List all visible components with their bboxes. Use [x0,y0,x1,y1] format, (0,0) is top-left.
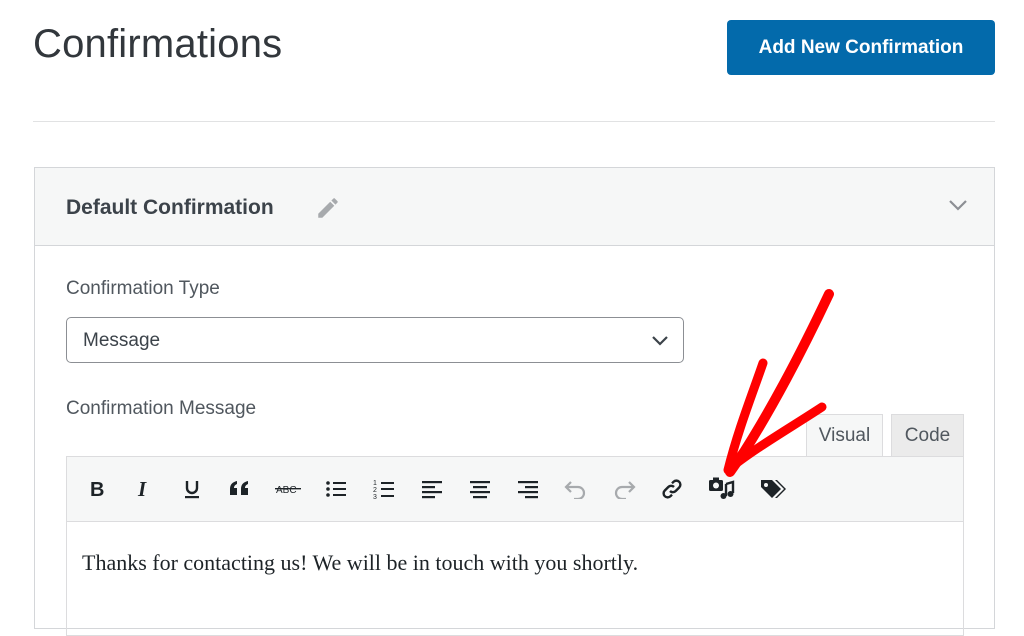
confirmation-message-label: Confirmation Message [66,398,257,419]
align-left-icon[interactable] [417,474,447,504]
pencil-icon[interactable] [315,195,341,226]
undo-icon[interactable] [561,474,591,504]
svg-text:ABC: ABC [276,485,297,496]
chevron-down-icon[interactable] [948,198,968,217]
panel-header[interactable]: Default Confirmation [35,168,994,246]
svg-text:2: 2 [373,487,377,494]
tab-visual[interactable]: Visual [806,414,883,457]
redo-icon[interactable] [609,474,639,504]
confirmation-type-label: Confirmation Type [66,278,220,299]
numbered-list-icon[interactable]: 123 [369,474,399,504]
tab-code[interactable]: Code [891,414,964,457]
align-right-icon[interactable] [513,474,543,504]
align-center-icon[interactable] [465,474,495,504]
confirmation-type-value: Message [83,330,161,351]
smart-tags-icon[interactable] [759,474,789,504]
editor-toolbar: B I ABC 123 [67,457,963,522]
underline-icon[interactable] [177,474,207,504]
blockquote-icon[interactable] [225,474,255,504]
add-new-confirmation-button[interactable]: Add New Confirmation [727,20,995,75]
bulleted-list-icon[interactable] [321,474,351,504]
svg-text:1: 1 [373,480,377,487]
panel-title: Default Confirmation [66,196,274,219]
message-editor: B I ABC 123 Thanks for contacting us! We… [66,456,964,636]
message-text[interactable]: Thanks for contacting us! We will be in … [67,522,963,604]
page-title: Confirmations [33,22,283,66]
bold-icon[interactable]: B [81,474,111,504]
chevron-down-icon [651,333,669,352]
divider [33,121,995,122]
svg-text:B: B [90,479,104,499]
add-media-icon[interactable] [707,474,737,504]
svg-text:I: I [137,479,147,499]
italic-icon[interactable]: I [129,474,159,504]
strikethrough-icon[interactable]: ABC [273,474,303,504]
link-icon[interactable] [657,474,687,504]
confirmation-type-select[interactable]: Message [66,317,684,363]
svg-text:3: 3 [373,494,377,500]
confirmation-panel: Default Confirmation Confirmation Type M… [34,167,995,636]
